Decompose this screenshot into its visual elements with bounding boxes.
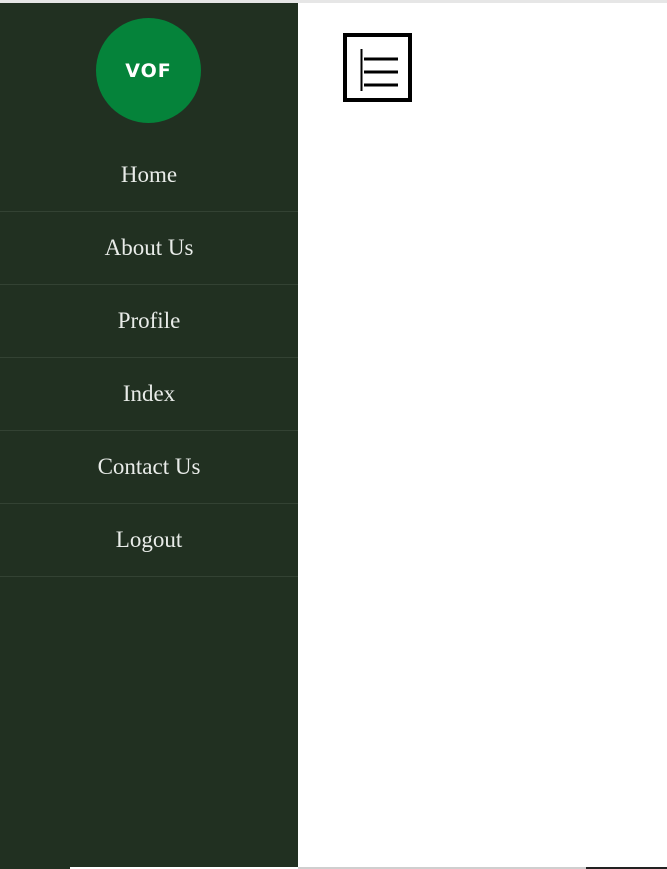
sidebar-nav: Home About Us Profile Index Contact Us L… [0,138,298,577]
sidebar-item-contact-us[interactable]: Contact Us [0,431,298,504]
sidebar-item-label: Index [122,381,176,406]
logo-text: VOF [125,59,172,82]
sidebar-item-index[interactable]: Index [0,358,298,431]
sidebar-item-home[interactable]: Home [0,138,298,212]
sidebar-item-label: Logout [115,527,183,552]
sidebar: VOF Home About Us Profile Index Contact … [0,3,298,869]
sidebar-item-label: Home [120,161,178,187]
menu-toggle-button[interactable] [343,33,412,102]
sidebar-item-label: Profile [117,308,181,333]
sidebar-item-label: About Us [104,235,194,260]
sidebar-item-profile[interactable]: Profile [0,285,298,358]
hamburger-menu-icon [360,49,398,91]
logo[interactable]: VOF [96,18,201,123]
sidebar-item-logout[interactable]: Logout [0,504,298,577]
sidebar-item-label: Contact Us [97,454,201,479]
sidebar-item-about-us[interactable]: About Us [0,212,298,285]
